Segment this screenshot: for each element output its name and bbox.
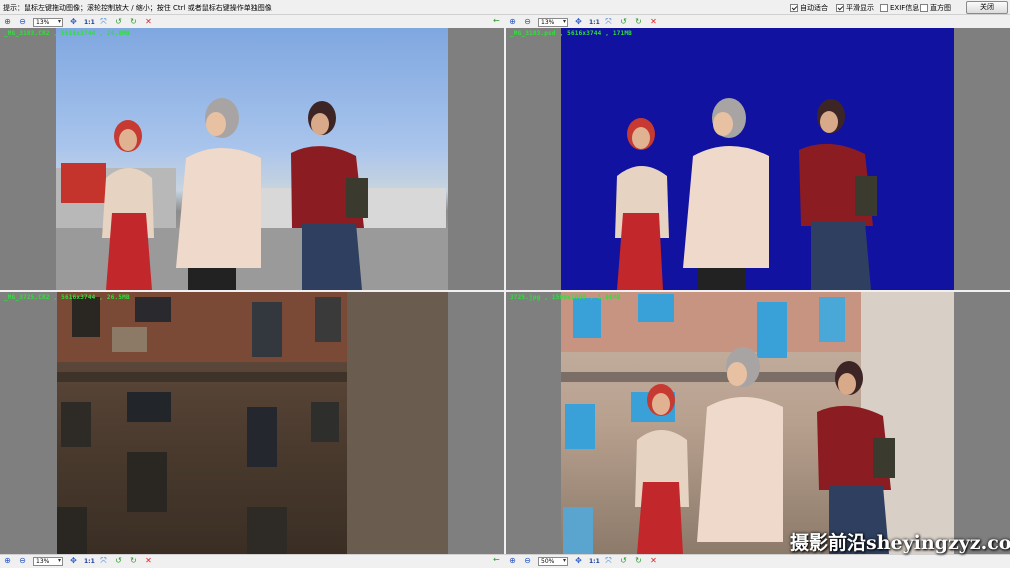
rotate-right-icon[interactable]: ↻ xyxy=(129,557,138,566)
hint-text: 提示：鼠标左键拖动图像；滚轮控制放大 / 缩小；按住 Ctrl 或者鼠标右键操作… xyxy=(3,4,272,12)
one-to-one-button[interactable]: 1:1 xyxy=(589,558,600,565)
rotate-right-icon[interactable]: ↻ xyxy=(634,557,643,566)
option-exif-info[interactable]: EXIF信息 xyxy=(880,3,919,13)
zoom-select[interactable]: 50% xyxy=(538,556,568,566)
toolbar-bottom-right: ⊕ ⊖ 50% ✥ 1:1 ⤧ ↺ ↻ ✕ xyxy=(508,555,664,567)
arrow-left-icon[interactable]: ← xyxy=(493,555,500,564)
zoom-select[interactable]: 13% xyxy=(33,556,63,566)
arrow-left-icon[interactable]: ← xyxy=(493,16,500,25)
top-bar: 提示：鼠标左键拖动图像；滚轮控制放大 / 缩小；按住 Ctrl 或者鼠标右键操作… xyxy=(0,0,1010,15)
toolbar-bottom-left: ⊕ ⊖ 13% ✥ 1:1 ⤧ ↺ ↻ ✕ xyxy=(3,555,159,567)
option-label: 平滑显示 xyxy=(846,4,874,12)
rotate-left-icon[interactable]: ↺ xyxy=(114,557,123,566)
image-info: _MG_3183.CR2 , 5616x3744 , 24.8MB xyxy=(4,30,130,37)
photo-svg xyxy=(56,98,448,290)
rotate-left-icon[interactable]: ↺ xyxy=(114,18,123,27)
zoom-in-icon[interactable]: ⊕ xyxy=(508,18,517,27)
photo-svg xyxy=(615,98,877,290)
zoom-in-icon[interactable]: ⊕ xyxy=(3,557,12,566)
zoom-out-icon[interactable]: ⊖ xyxy=(523,18,532,27)
photo-svg xyxy=(561,292,954,554)
fit-icon[interactable]: ⤧ xyxy=(99,18,108,27)
toolbar-top-left: ⊕ ⊖ 13% ✥ 1:1 ⤧ ↺ ↻ ✕ xyxy=(3,16,159,28)
zoom-out-icon[interactable]: ⊖ xyxy=(523,557,532,566)
zoom-select[interactable]: 13% xyxy=(33,17,63,27)
checkbox[interactable] xyxy=(880,4,888,12)
one-to-one-button[interactable]: 1:1 xyxy=(589,19,600,26)
image-info: _MG_3725.CR2 , 5616x3744 , 26.5MB xyxy=(4,294,130,301)
zoom-in-icon[interactable]: ⊕ xyxy=(508,557,517,566)
zoom-out-icon[interactable]: ⊖ xyxy=(18,18,27,27)
pan-icon[interactable]: ✥ xyxy=(69,18,78,27)
image-pane-bottom-right[interactable]: 3725.jpg , 1500x1000 , 1.08MB xyxy=(506,292,1010,554)
close-icon[interactable]: ✕ xyxy=(144,557,153,566)
pan-icon[interactable]: ✥ xyxy=(574,557,583,566)
image-info: 3725.jpg , 1500x1000 , 1.08MB xyxy=(510,294,621,301)
option-label: 自动适合 xyxy=(800,4,828,12)
fit-icon[interactable]: ⤧ xyxy=(99,557,108,566)
option-smooth-display[interactable]: 平滑显示 xyxy=(836,3,874,13)
image-pane-bottom-left[interactable]: _MG_3725.CR2 , 5616x3744 , 26.5MB xyxy=(0,292,504,554)
photo-composite-building-women xyxy=(561,292,954,554)
option-histogram[interactable]: 直方图 xyxy=(920,3,951,13)
close-icon[interactable]: ✕ xyxy=(649,18,658,27)
image-info: _MG_3183.psd , 5616x3744 , 171MB xyxy=(510,30,632,37)
image-pane-top-right[interactable]: _MG_3183.psd , 5616x3744 , 171MB xyxy=(506,28,1010,290)
checkbox[interactable] xyxy=(920,4,928,12)
fit-icon[interactable]: ⤧ xyxy=(604,557,613,566)
close-icon[interactable]: ✕ xyxy=(144,18,153,27)
toolbar-top-right: ⊕ ⊖ 13% ✥ 1:1 ⤧ ↺ ↻ ✕ xyxy=(508,16,664,28)
zoom-out-icon[interactable]: ⊖ xyxy=(18,557,27,566)
option-auto-fit[interactable]: 自动适合 xyxy=(790,3,828,13)
checkbox[interactable] xyxy=(790,4,798,12)
zoom-select[interactable]: 13% xyxy=(538,17,568,27)
photo-svg xyxy=(57,292,448,554)
zoom-in-icon[interactable]: ⊕ xyxy=(3,18,12,27)
watermark: 摄影前沿sheyingzyz.com xyxy=(790,532,1010,554)
pan-icon[interactable]: ✥ xyxy=(574,18,583,27)
photo-cutout-blue xyxy=(561,28,954,290)
image-pane-top-left[interactable]: _MG_3183.CR2 , 5616x3744 , 24.8MB xyxy=(0,28,504,290)
close-icon[interactable]: ✕ xyxy=(649,557,658,566)
rotate-right-icon[interactable]: ↻ xyxy=(129,18,138,27)
fit-icon[interactable]: ⤧ xyxy=(604,18,613,27)
one-to-one-button[interactable]: 1:1 xyxy=(84,558,95,565)
one-to-one-button[interactable]: 1:1 xyxy=(84,19,95,26)
checkbox[interactable] xyxy=(836,4,844,12)
rotate-left-icon[interactable]: ↺ xyxy=(619,557,628,566)
pan-icon[interactable]: ✥ xyxy=(69,557,78,566)
option-label: 直方图 xyxy=(930,4,951,12)
option-label: EXIF信息 xyxy=(890,4,920,12)
photo-brick-building-dark xyxy=(57,292,448,554)
close-button[interactable]: 关闭 xyxy=(966,1,1008,14)
rotate-right-icon[interactable]: ↻ xyxy=(634,18,643,27)
photo-street-women xyxy=(56,28,448,290)
rotate-left-icon[interactable]: ↺ xyxy=(619,18,628,27)
